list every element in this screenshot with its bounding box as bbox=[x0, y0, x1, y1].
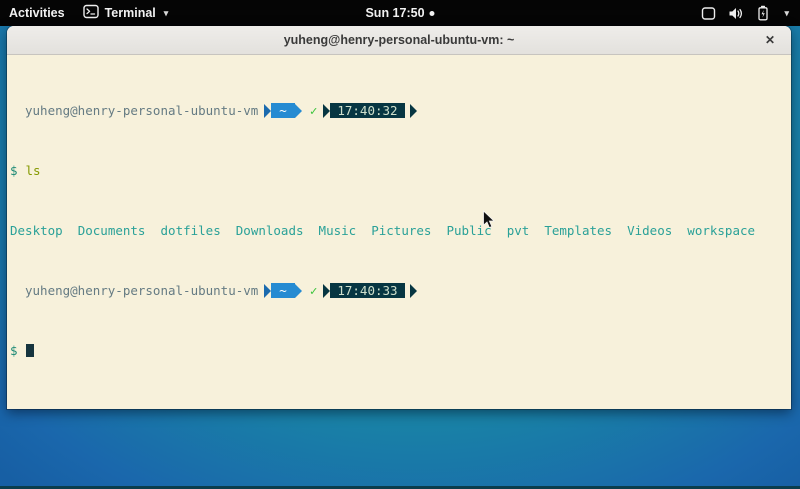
prompt-line-1: yuheng@henry-personal-ubuntu-vm ~ ✓ 17:4… bbox=[10, 103, 791, 118]
volume-icon bbox=[728, 6, 744, 21]
system-menu[interactable]: ▾ bbox=[692, 0, 798, 26]
chevron-down-icon: ▾ bbox=[164, 9, 169, 18]
prompt-cwd-segment: ~ bbox=[271, 103, 295, 118]
prompt-line-2: yuheng@henry-personal-ubuntu-vm ~ ✓ 17:4… bbox=[10, 283, 791, 298]
notification-dot bbox=[430, 11, 435, 16]
powerline-arrow bbox=[323, 284, 330, 298]
app-menu-label: Terminal bbox=[105, 6, 156, 20]
powerline-arrow bbox=[410, 284, 417, 298]
activities-button[interactable]: Activities bbox=[0, 0, 74, 26]
powerline-arrow bbox=[295, 104, 302, 118]
prompt-cwd-segment: ~ bbox=[271, 283, 295, 298]
prompt-char: $ bbox=[10, 343, 18, 358]
prompt-time-segment: 17:40:32 bbox=[330, 103, 404, 118]
powerline-arrow bbox=[323, 104, 330, 118]
clock-label: Sun 17:50 bbox=[365, 6, 424, 20]
prompt-host: yuheng@henry-personal-ubuntu-vm bbox=[10, 283, 258, 298]
status-check-icon: ✓ bbox=[310, 103, 318, 118]
desktop: Activities Terminal ▾ Sun 17:50 bbox=[0, 0, 800, 489]
titlebar[interactable]: yuheng@henry-personal-ubuntu-vm: ~ ✕ bbox=[7, 26, 791, 55]
terminal-content[interactable]: yuheng@henry-personal-ubuntu-vm ~ ✓ 17:4… bbox=[7, 55, 791, 409]
powerline-arrow bbox=[410, 104, 417, 118]
input-line: $ bbox=[10, 343, 791, 358]
powerline-arrow bbox=[264, 104, 271, 118]
prompt-host: yuheng@henry-personal-ubuntu-vm bbox=[10, 103, 258, 118]
terminal-window: yuheng@henry-personal-ubuntu-vm: ~ ✕ yuh… bbox=[7, 26, 791, 409]
powerline-arrow bbox=[264, 284, 271, 298]
powerline-arrow bbox=[295, 284, 302, 298]
chevron-down-icon: ▾ bbox=[784, 9, 789, 18]
display-icon bbox=[701, 6, 716, 21]
window-title: yuheng@henry-personal-ubuntu-vm: ~ bbox=[284, 33, 515, 47]
typed-command: ls bbox=[26, 163, 41, 178]
clock-button[interactable]: Sun 17:50 bbox=[356, 0, 443, 26]
app-menu-terminal[interactable]: Terminal ▾ bbox=[74, 0, 178, 26]
terminal-app-icon bbox=[83, 4, 99, 22]
ls-output: Desktop Documents dotfiles Downloads Mus… bbox=[10, 223, 791, 238]
terminal-cursor bbox=[26, 344, 34, 357]
battery-charging-icon bbox=[756, 5, 770, 21]
close-button[interactable]: ✕ bbox=[761, 31, 779, 49]
status-check-icon: ✓ bbox=[310, 283, 318, 298]
command-line: $ ls bbox=[10, 163, 791, 178]
prompt-char: $ bbox=[10, 163, 18, 178]
top-bar: Activities Terminal ▾ Sun 17:50 bbox=[0, 0, 800, 26]
prompt-time-segment: 17:40:33 bbox=[330, 283, 404, 298]
